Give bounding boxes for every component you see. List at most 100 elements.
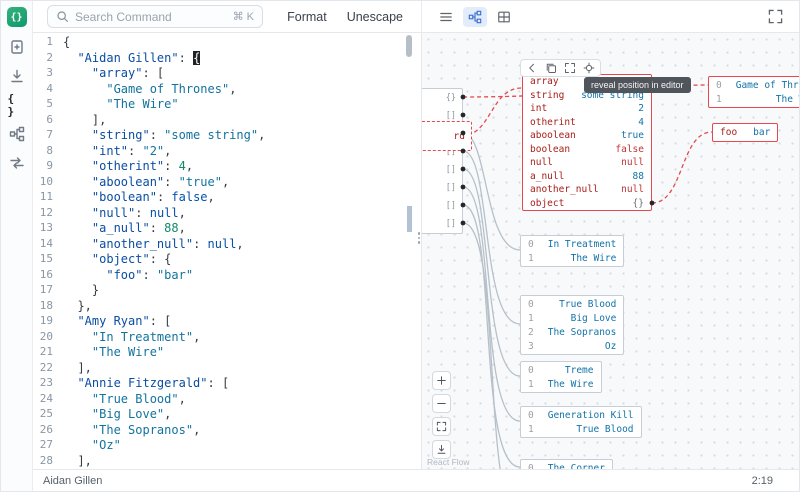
editor-line[interactable]: 12 "null": null, <box>33 206 421 222</box>
editor-line[interactable]: 13 "a_null": 88, <box>33 221 421 237</box>
editor-line[interactable]: 8 "int": "2", <box>33 144 421 160</box>
node-row[interactable]: a_null88 <box>523 170 651 184</box>
top-bar: Search Command ⌘ K Format Unescape <box>33 1 799 33</box>
editor-line[interactable]: 18 }, <box>33 299 421 315</box>
editor-line[interactable]: 7 "string": "some string", <box>33 128 421 144</box>
line-number: 18 <box>33 299 63 315</box>
braces-icon[interactable]: { } <box>8 96 26 114</box>
editor-line[interactable]: 17 } <box>33 283 421 299</box>
sidebar-rail: {} { } <box>1 1 33 491</box>
node-value: 4 <box>638 117 644 128</box>
editor-line[interactable]: 25 "Big Love", <box>33 407 421 423</box>
line-number: 4 <box>33 82 63 98</box>
editor-line[interactable]: 10 "aboolean": "true", <box>33 175 421 191</box>
search-input[interactable]: Search Command ⌘ K <box>47 5 263 28</box>
node-row[interactable]: another_nullnull <box>523 183 651 197</box>
unescape-button[interactable]: Unescape <box>347 10 403 24</box>
root-node[interactable]: {}[][][][][][][] <box>422 88 463 234</box>
line-number: 24 <box>33 392 63 408</box>
format-button[interactable]: Format <box>287 10 327 24</box>
node-row[interactable]: 1Big Love <box>521 311 623 325</box>
editor-line[interactable]: 11 "boolean": false, <box>33 190 421 206</box>
array-node[interactable]: 0Treme1The Wire <box>520 361 602 393</box>
expand-icon[interactable] <box>564 62 576 74</box>
node-row[interactable]: 0Game of Thrones <box>709 78 799 92</box>
editor-scrollbar[interactable] <box>406 35 412 57</box>
node-index: 0 <box>528 365 534 376</box>
editor-line[interactable]: 1{ <box>33 35 421 51</box>
copy-icon[interactable] <box>545 62 557 74</box>
editor-line[interactable]: 9 "otherint": 4, <box>33 159 421 175</box>
node-row[interactable]: 0The Corner <box>521 461 612 469</box>
node-row[interactable]: 1The Wire <box>709 92 799 106</box>
node-row[interactable]: 0Treme <box>521 363 601 377</box>
editor-line[interactable]: 16 "foo": "bar" <box>33 268 421 284</box>
download-icon[interactable] <box>8 67 26 85</box>
node-row[interactable]: abooleantrue <box>523 129 651 143</box>
fit-view-icon[interactable] <box>432 417 451 436</box>
editor-line[interactable]: 4 "Game of Thrones", <box>33 82 421 98</box>
line-number: 13 <box>33 221 63 237</box>
fullscreen-icon[interactable] <box>765 7 785 27</box>
line-number: 9 <box>33 159 63 175</box>
node-row[interactable]: otherint4 <box>523 116 651 130</box>
editor-line[interactable]: 21 "The Wire" <box>33 345 421 361</box>
editor-line[interactable]: 6 ], <box>33 113 421 129</box>
array-node[interactable]: 0The Corner <box>520 459 613 469</box>
editor-line[interactable]: 23 "Annie Fitzgerald": [ <box>33 376 421 392</box>
editor-line[interactable]: 19 "Amy Ryan": [ <box>33 314 421 330</box>
status-cursor-position: 2:19 <box>752 475 799 487</box>
array-node[interactable]: 0True Blood1Big Love2The Sopranos3Oz <box>520 295 624 355</box>
editor-line[interactable]: 3 "array": [ <box>33 66 421 82</box>
editor-line[interactable]: 24 "True Blood", <box>33 392 421 408</box>
node-row[interactable]: 0In Treatment <box>521 237 623 251</box>
node-row[interactable]: nullnull <box>523 156 651 170</box>
zoom-in-icon[interactable] <box>432 371 451 390</box>
editor-cursor: { <box>193 51 200 65</box>
export-icon[interactable] <box>8 38 26 56</box>
node-row[interactable]: 1True Blood <box>521 422 641 436</box>
node-row[interactable]: object{} <box>523 197 651 211</box>
editor-line[interactable]: 28 ], <box>33 454 421 470</box>
list-view-icon[interactable] <box>434 7 458 27</box>
editor-line[interactable]: 26 "The Sopranos", <box>33 423 421 439</box>
editor-line[interactable]: 2 "Aidan Gillen": { <box>33 51 421 67</box>
graph-view-icon[interactable] <box>463 7 487 27</box>
node-value: {} <box>633 198 644 209</box>
selected-object-node[interactable]: arraystringsome stringint2otherint4abool… <box>522 74 652 211</box>
editor-line[interactable]: 27 "Oz" <box>33 438 421 454</box>
editor-line[interactable]: 14 "another_null": null, <box>33 237 421 253</box>
node-value: Oz <box>605 341 616 352</box>
array-node[interactable]: 0Generation Kill1True Blood <box>520 406 642 438</box>
json-editor[interactable]: 1{2 "Aidan Gillen": {3 "array": [4 "Game… <box>33 33 421 469</box>
flow-icon[interactable] <box>8 125 26 143</box>
array-node[interactable]: 0Game of Thrones1The Wire <box>708 76 799 108</box>
grid-view-icon[interactable] <box>492 7 516 27</box>
editor-line[interactable]: 22 ], <box>33 361 421 377</box>
line-number: 16 <box>33 268 63 284</box>
node-value: 2 <box>638 103 644 114</box>
clipped-node-fragment[interactable]: rd <box>422 121 472 151</box>
compare-icon[interactable] <box>8 154 26 172</box>
foo-node[interactable]: foo bar <box>712 123 778 142</box>
zoom-out-icon[interactable] <box>432 394 451 413</box>
array-node[interactable]: 0In Treatment1The Wire <box>520 235 624 267</box>
editor-line[interactable]: 20 "In Treatment", <box>33 330 421 346</box>
node-row[interactable]: 1The Wire <box>521 251 623 265</box>
node-row[interactable]: 2The Sopranos <box>521 325 623 339</box>
node-value: Big Love <box>571 313 617 324</box>
node-row[interactable]: int2 <box>523 102 651 116</box>
back-icon[interactable] <box>526 62 538 74</box>
focus-icon[interactable] <box>583 62 595 74</box>
node-row[interactable]: 0Generation Kill <box>521 408 641 422</box>
node-key: string <box>530 90 564 101</box>
node-row[interactable]: 3Oz <box>521 339 623 353</box>
node-row[interactable]: booleanfalse <box>523 143 651 157</box>
editor-line[interactable]: 15 "object": { <box>33 252 421 268</box>
app-logo-icon[interactable]: {} <box>7 7 27 27</box>
node-row[interactable]: 0True Blood <box>521 297 623 311</box>
node-row[interactable]: 1The Wire <box>521 377 601 391</box>
graph-canvas[interactable]: {}[][][][][][][] rd reveal position in e… <box>422 33 799 469</box>
line-number: 26 <box>33 423 63 439</box>
editor-line[interactable]: 5 "The Wire" <box>33 97 421 113</box>
